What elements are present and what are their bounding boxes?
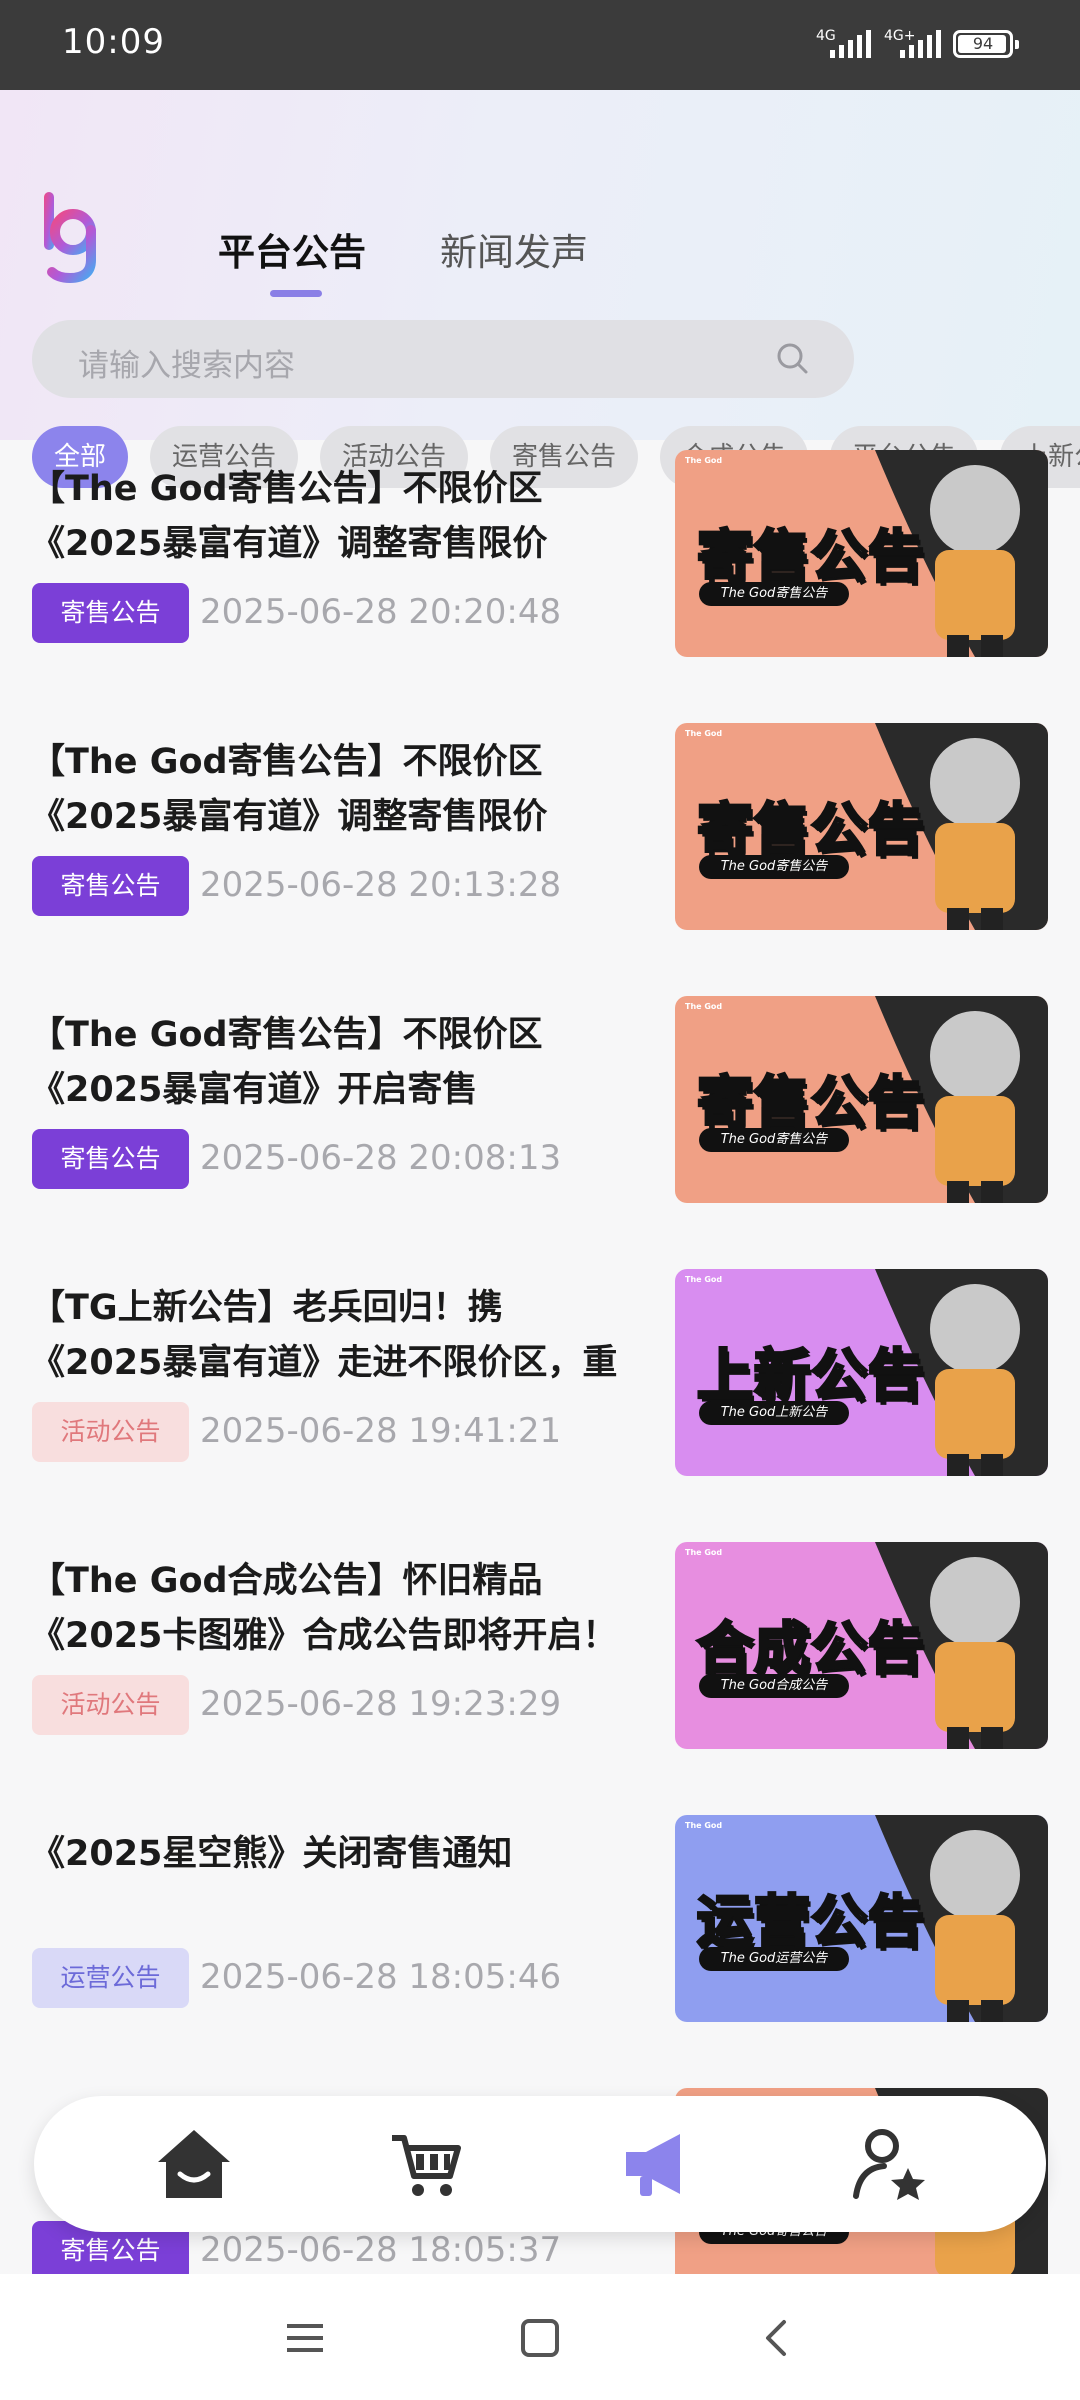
home-icon[interactable] <box>154 2124 234 2204</box>
list-item[interactable]: 【The God寄售公告】不限价区《2025暴富有道》调整寄售限价 寄售公告 2… <box>0 440 1080 713</box>
back-icon[interactable] <box>760 2318 790 2358</box>
profile-icon[interactable] <box>850 2124 930 2204</box>
status-bar: 10:09 4G 4G+ 94 <box>0 0 1080 90</box>
bottom-navigation <box>34 2096 1046 2232</box>
thumb-pill: The God寄售公告 <box>699 582 849 606</box>
search-placeholder: 请输入搜索内容 <box>78 348 295 384</box>
tab-platform-announcements[interactable]: 平台公告 <box>218 222 366 276</box>
item-date: 2025-06-28 19:23:29 <box>200 1684 562 1724</box>
item-title: 【TG上新公告】老兵回归！携《2025暴富有道》走进不限价区，重磅… <box>30 1288 618 1383</box>
cart-icon[interactable] <box>386 2124 466 2204</box>
home-square-icon[interactable] <box>520 2318 560 2358</box>
item-tag: 寄售公告 <box>32 583 189 643</box>
item-title: 【The God寄售公告】不限价区《2025暴富有道》开启寄售 <box>30 1015 543 1110</box>
item-date: 2025-06-28 18:05:46 <box>200 1957 562 1997</box>
signal-icon-2 <box>900 30 941 58</box>
item-thumbnail: The God 运营公告 The God运营公告 <box>675 1815 1048 2022</box>
app-logo-icon <box>44 192 96 284</box>
thumb-logo-text: The God <box>685 1821 723 1830</box>
item-title: 【The God合成公告】怀旧精品《2025卡图雅》合成公告即将开启！ <box>30 1561 618 1656</box>
item-thumbnail: The God 寄售公告 The God寄售公告 <box>675 723 1048 930</box>
list-item[interactable]: 【The God寄售公告】不限价区《2025暴富有道》调整寄售限价 寄售公告 2… <box>0 713 1080 986</box>
item-date: 2025-06-28 20:08:13 <box>200 1138 562 1178</box>
thumb-pill: The God寄售公告 <box>699 1128 849 1152</box>
thumb-banner: 寄售公告 <box>696 524 926 592</box>
item-date: 2025-06-28 18:05:37 <box>200 2230 562 2270</box>
list-item[interactable]: 【TG上新公告】老兵回归！携《2025暴富有道》走进不限价区，重磅… 活动公告 … <box>0 1259 1080 1532</box>
item-tag: 运营公告 <box>32 1948 189 2008</box>
item-tag: 活动公告 <box>32 1402 189 1462</box>
list-item[interactable]: 【The God合成公告】怀旧精品《2025卡图雅》合成公告即将开启！ 活动公告… <box>0 1532 1080 1805</box>
thumb-banner: 运营公告 <box>696 1889 926 1957</box>
thumb-logo-text: The God <box>685 729 723 738</box>
status-time: 10:09 <box>62 22 165 62</box>
item-date: 2025-06-28 19:41:21 <box>200 1411 562 1451</box>
battery-level: 94 <box>972 34 994 53</box>
item-thumbnail: The God 上新公告 The God上新公告 <box>675 1269 1048 1476</box>
thumb-pill: The God上新公告 <box>699 1401 849 1425</box>
signal-icon <box>830 30 871 58</box>
active-tab-indicator <box>270 290 322 297</box>
thumb-pill: The God运营公告 <box>699 1947 849 1971</box>
thumb-logo-text: The God <box>685 1548 723 1557</box>
menu-icon[interactable] <box>285 2320 325 2356</box>
item-tag: 寄售公告 <box>32 856 189 916</box>
search-icon[interactable] <box>776 342 810 376</box>
item-thumbnail: The God 寄售公告 The God寄售公告 <box>675 996 1048 1203</box>
list-item[interactable]: 《2025星空熊》关闭寄售通知 运营公告 2025-06-28 18:05:46… <box>0 1805 1080 2078</box>
thumb-banner: 合成公告 <box>696 1616 926 1684</box>
system-navigation-bar <box>0 2274 1080 2400</box>
thumb-logo-text: The God <box>685 1275 723 1284</box>
item-title: 【The God寄售公告】不限价区《2025暴富有道》调整寄售限价 <box>30 469 548 564</box>
header: 平台公告 新闻发声 请输入搜索内容 全部运营公告活动公告寄售公告合成公告平台公告… <box>0 90 1080 488</box>
thumb-logo-text: The God <box>685 1002 723 1011</box>
item-thumbnail: The God 合成公告 The God合成公告 <box>675 1542 1048 1749</box>
thumb-banner: 寄售公告 <box>696 797 926 865</box>
list-item[interactable]: 【The God寄售公告】不限价区《2025暴富有道》开启寄售 寄售公告 202… <box>0 986 1080 1259</box>
item-title: 《2025星空熊》关闭寄售通知 <box>30 1834 513 1874</box>
thumb-pill: The God寄售公告 <box>699 855 849 879</box>
thumb-banner: 寄售公告 <box>696 1070 926 1138</box>
item-title: 【The God寄售公告】不限价区《2025暴富有道》调整寄售限价 <box>30 742 548 837</box>
item-tag: 寄售公告 <box>32 1129 189 1189</box>
item-tag: 活动公告 <box>32 1675 189 1735</box>
item-date: 2025-06-28 20:13:28 <box>200 865 562 905</box>
thumb-pill: The God合成公告 <box>699 1674 849 1698</box>
item-date: 2025-06-28 20:20:48 <box>200 592 562 632</box>
thumb-logo-text: The God <box>685 456 723 465</box>
tab-news[interactable]: 新闻发声 <box>440 222 588 276</box>
announcement-icon[interactable] <box>618 2124 698 2204</box>
item-thumbnail: The God 寄售公告 The God寄售公告 <box>675 450 1048 657</box>
battery-icon: 94 <box>953 30 1019 58</box>
thumb-banner: 上新公告 <box>696 1343 926 1411</box>
search-input[interactable]: 请输入搜索内容 <box>32 320 854 398</box>
